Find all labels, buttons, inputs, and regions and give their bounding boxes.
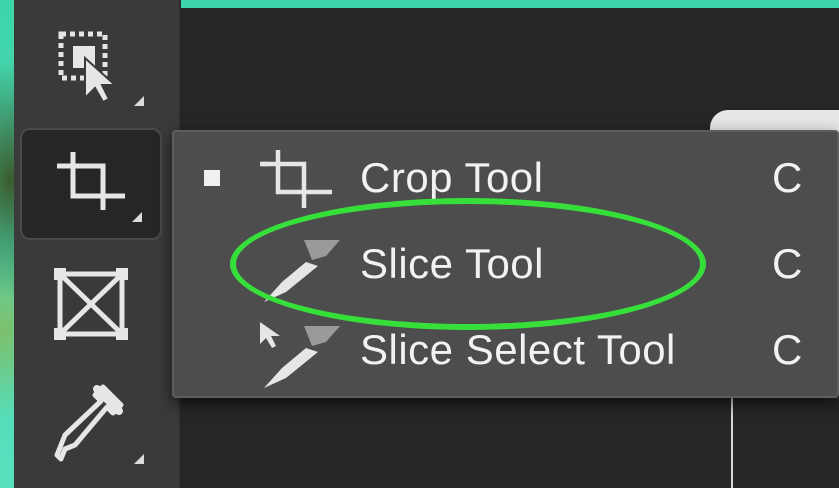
crop-icon <box>57 152 125 210</box>
eyedropper-icon <box>54 384 124 462</box>
menu-item-slice-select-tool[interactable]: Slice Select Tool C <box>174 308 839 396</box>
slice-select-icon <box>260 322 340 388</box>
menu-item-shortcut: C <box>772 154 803 201</box>
guide-line <box>731 398 733 488</box>
crop-tool-button[interactable] <box>20 128 162 240</box>
menu-item-label: Slice Select Tool <box>360 326 676 373</box>
artboard-tool-button[interactable] <box>20 10 162 122</box>
selected-indicator <box>204 170 220 186</box>
artboard-select-icon <box>58 31 118 104</box>
crop-tools-flyout-menu: Crop Tool C Slice Tool C Slice Select To… <box>172 130 839 398</box>
menu-item-label: Crop Tool <box>360 154 544 201</box>
menu-item-crop-tool[interactable]: Crop Tool C <box>174 136 839 224</box>
crop-icon <box>260 150 332 208</box>
submenu-indicator-icon <box>132 212 142 222</box>
submenu-indicator-icon <box>134 96 144 106</box>
eyedropper-tool-button[interactable] <box>20 368 162 480</box>
frame-tool-button[interactable] <box>20 248 162 360</box>
slice-icon <box>264 240 340 302</box>
menu-item-shortcut: C <box>772 240 803 287</box>
menu-item-label: Slice Tool <box>360 240 544 287</box>
menu-item-slice-tool[interactable]: Slice Tool C <box>174 222 839 310</box>
tools-panel <box>14 0 181 488</box>
frame-icon <box>54 268 128 340</box>
submenu-indicator-icon <box>134 454 144 464</box>
menu-item-shortcut: C <box>772 326 803 373</box>
